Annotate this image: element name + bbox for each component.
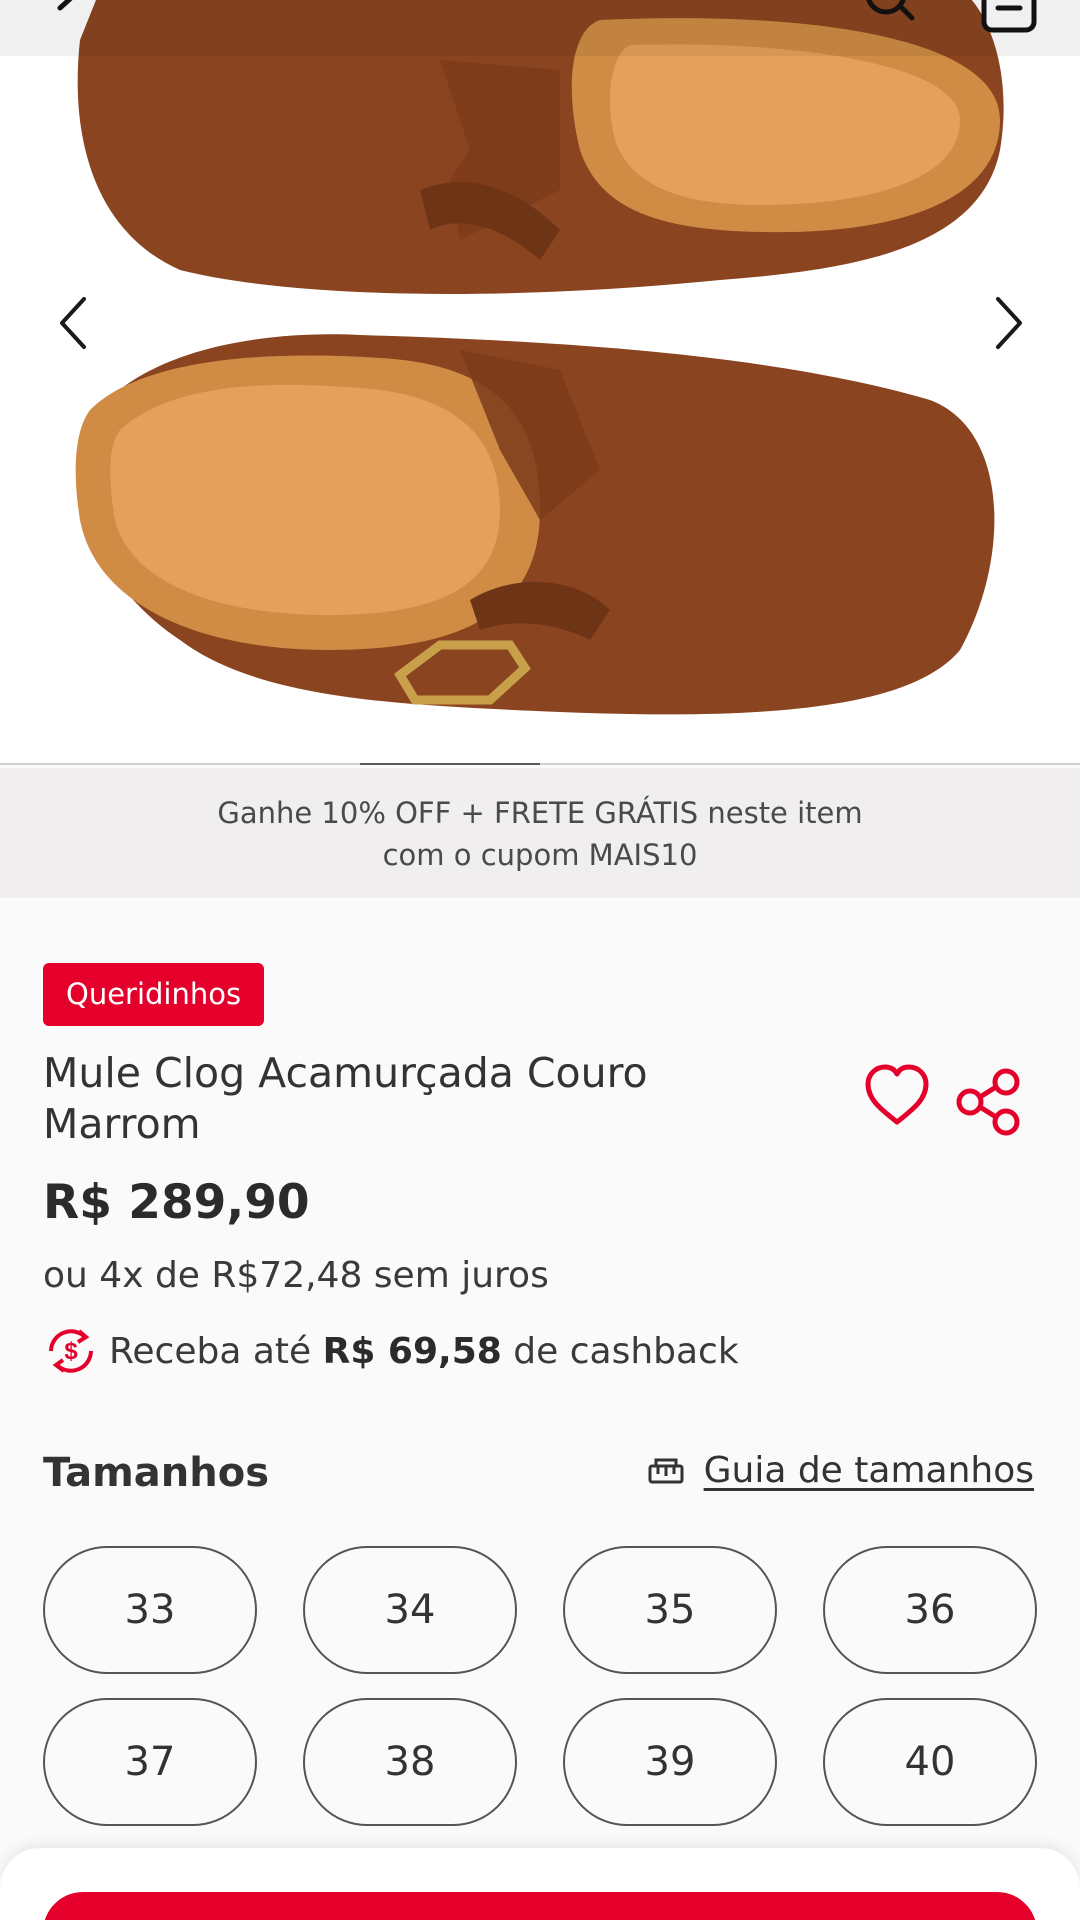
product-page: Ganhe 10% OFF + FRETE GRÁTIS neste item … xyxy=(0,0,1080,1920)
back-button[interactable] xyxy=(50,0,90,40)
product-badge: Queridinhos xyxy=(43,963,265,1026)
cashback-suffix: de cashback xyxy=(513,1330,739,1372)
cashback-amount: R$ 69,58 xyxy=(322,1330,502,1372)
size-option-36[interactable]: 36 xyxy=(823,1546,1037,1674)
size-options: 33 34 35 36 37 38 39 40 xyxy=(43,1546,1037,1826)
size-guide-label: Guia de tamanhos xyxy=(703,1450,1034,1491)
buy-button[interactable] xyxy=(43,1892,1037,1920)
cashback-info: $ Receba até R$ 69,58 de cashback xyxy=(43,1325,739,1377)
bag-button[interactable] xyxy=(978,0,1042,40)
size-option-40[interactable]: 40 xyxy=(823,1698,1037,1826)
cashback-icon: $ xyxy=(49,1329,93,1373)
size-option-33[interactable]: 33 xyxy=(43,1546,257,1674)
favorite-button[interactable] xyxy=(862,1062,932,1132)
carousel-prev-button[interactable] xyxy=(42,290,102,356)
svg-text:$: $ xyxy=(64,1338,78,1365)
chevron-right-icon xyxy=(996,297,1022,349)
size-option-34[interactable]: 34 xyxy=(303,1546,517,1674)
coupon-line-1: Ganhe 10% OFF + FRETE GRÁTIS neste item xyxy=(217,796,863,830)
sizes-title: Tamanhos xyxy=(43,1450,270,1496)
product-image xyxy=(0,0,1080,715)
carousel-progress-indicator xyxy=(360,763,540,765)
size-guide-link[interactable]: Guia de tamanhos xyxy=(648,1450,1034,1491)
share-button[interactable] xyxy=(954,1068,1024,1138)
back-arrow-icon xyxy=(57,0,73,11)
product-image-carousel[interactable] xyxy=(0,0,1080,765)
chevron-left-icon xyxy=(60,297,86,349)
size-option-35[interactable]: 35 xyxy=(563,1546,777,1674)
coupon-line-2: com o cupom MAIS10 xyxy=(382,838,698,872)
size-option-38[interactable]: 38 xyxy=(303,1698,517,1826)
ruler-icon xyxy=(648,1458,684,1483)
carousel-progress-track xyxy=(0,763,1080,765)
size-option-39[interactable]: 39 xyxy=(563,1698,777,1826)
heart-icon xyxy=(865,1064,929,1125)
bag-icon xyxy=(981,0,1037,33)
installments-text: ou 4x de R$72,48 sem juros xyxy=(43,1255,549,1296)
coupon-banner: Ganhe 10% OFF + FRETE GRÁTIS neste item … xyxy=(0,768,1080,898)
search-button[interactable] xyxy=(860,0,920,40)
carousel-next-button[interactable] xyxy=(980,290,1040,356)
cashback-prefix: Receba até xyxy=(109,1330,312,1372)
share-icon xyxy=(956,1068,1020,1136)
product-title: Mule Clog Acamurçada Couro Marrom xyxy=(43,1049,648,1148)
product-price: R$ 289,90 xyxy=(43,1175,310,1230)
search-icon xyxy=(866,0,915,21)
product-image-shoe-bottom xyxy=(75,334,995,715)
size-option-37[interactable]: 37 xyxy=(43,1698,257,1826)
